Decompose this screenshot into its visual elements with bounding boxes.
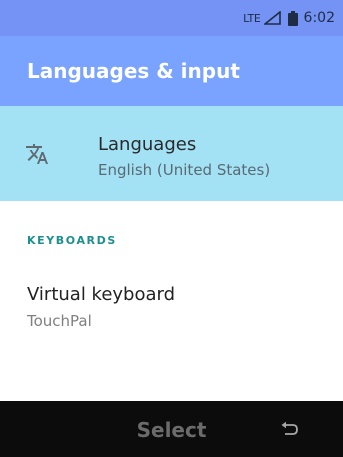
softkey-bar: Select <box>0 401 343 457</box>
translate-icon <box>26 144 48 164</box>
languages-subtitle: English (United States) <box>98 161 271 179</box>
network-type: LTE <box>243 11 261 25</box>
status-time: 6:02 <box>303 10 335 26</box>
keyboards-section-header: KEYBOARDS <box>27 234 117 247</box>
languages-item[interactable]: Languages English (United States) <box>0 106 343 201</box>
back-icon[interactable] <box>281 421 299 437</box>
app-bar: Languages & input <box>0 36 343 106</box>
signal-icon <box>263 11 281 25</box>
page-title: Languages & input <box>27 59 240 83</box>
virtual-keyboard-subtitle: TouchPal <box>27 312 92 330</box>
languages-title: Languages <box>98 134 197 155</box>
virtual-keyboard-title: Virtual keyboard <box>27 284 176 305</box>
status-bar: LTE 6:02 <box>0 0 343 36</box>
battery-icon <box>287 10 298 26</box>
virtual-keyboard-item[interactable]: Virtual keyboard TouchPal <box>0 268 343 338</box>
